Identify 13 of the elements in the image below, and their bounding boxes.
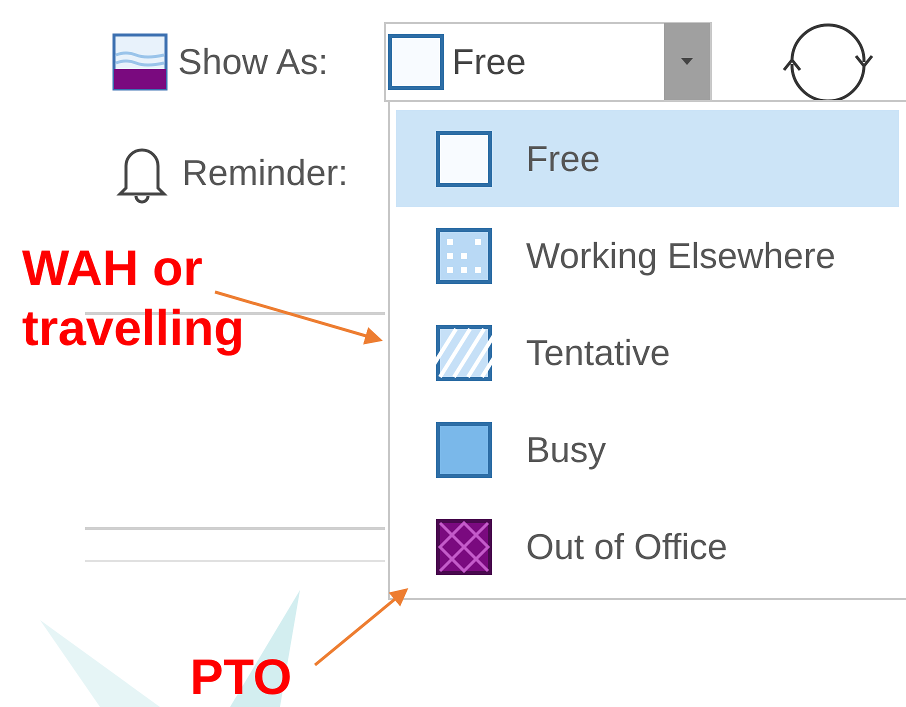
annotation-text: WAH or travelling (22, 239, 246, 358)
reminder-label: Reminder: (182, 151, 348, 195)
dotted-status-icon (436, 228, 492, 284)
show-as-label: Show As: (178, 40, 330, 84)
show-as-icon (112, 33, 168, 91)
crosshatch-status-icon (436, 518, 492, 574)
status-option[interactable]: Free (396, 110, 899, 207)
free-status-icon (436, 130, 492, 186)
striped-status-icon (436, 324, 492, 380)
busy-status-icon (436, 422, 492, 478)
annotation-text: PTO (190, 650, 292, 705)
free-status-icon (388, 34, 444, 90)
show-as-dropdown[interactable]: Free (384, 22, 712, 102)
